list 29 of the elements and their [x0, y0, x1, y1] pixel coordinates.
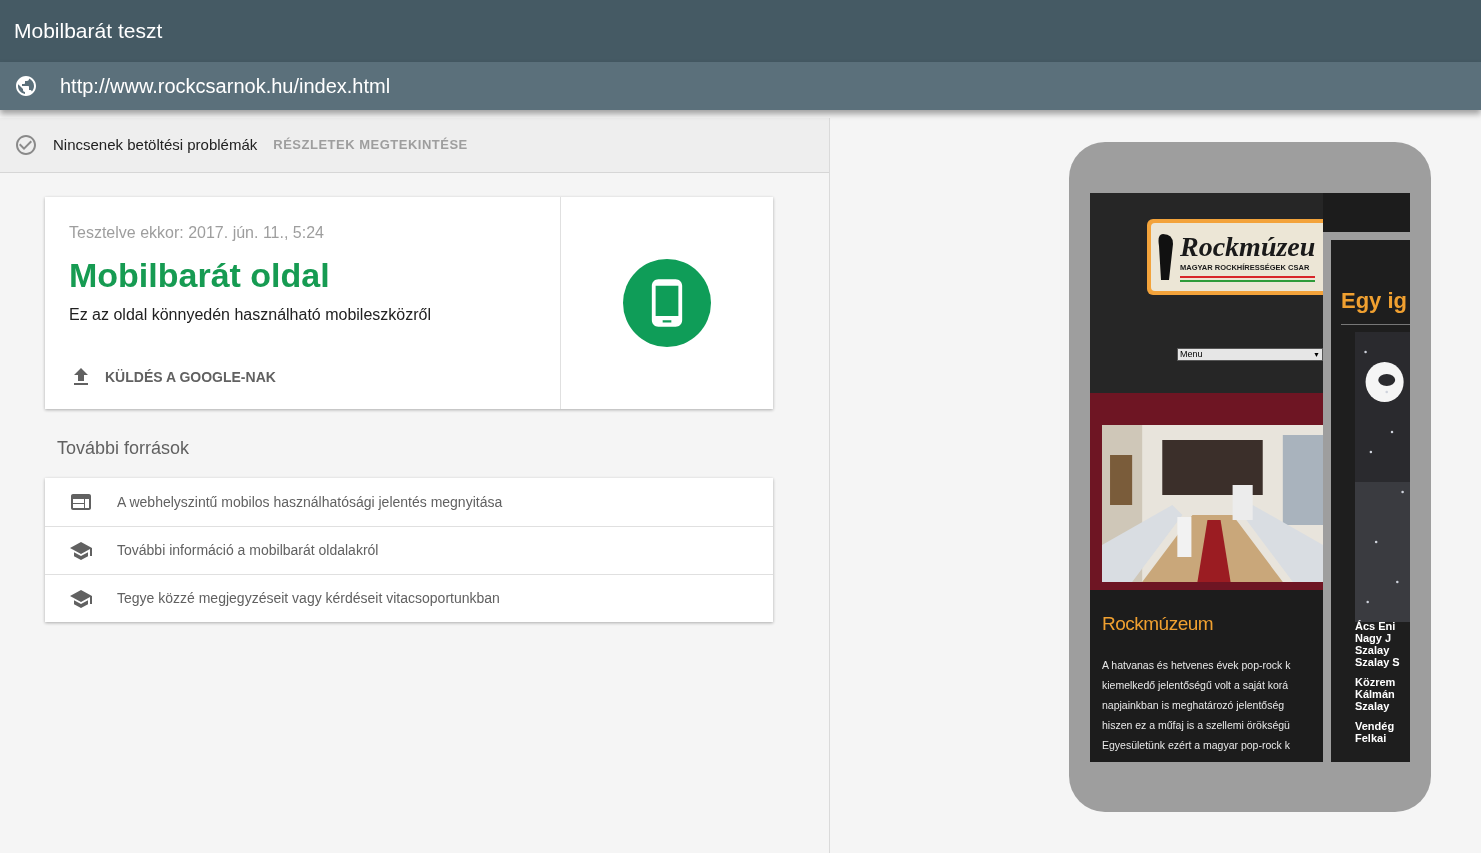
- submit-to-google-button[interactable]: KÜLDÉS A GOOGLE-NAK: [69, 365, 276, 389]
- paragraph-line: Egyesületünk ezért a magyar pop-rock k: [1102, 737, 1291, 753]
- credit-name: Ács Eni: [1355, 620, 1397, 632]
- credit-name: Vendég: [1355, 720, 1396, 732]
- globe-icon: [14, 74, 38, 98]
- credit-name: Szalay S: [1355, 656, 1400, 668]
- resource-link[interactable]: Tegye közzé megjegyzéseit vagy kérdéseit vitacsoportunkban: [45, 574, 773, 622]
- resources-heading: További források: [57, 437, 191, 460]
- credit-name: Felkai: [1355, 732, 1388, 744]
- verdict-description: Ez az oldal könnyedén használható mobileszközről: [69, 305, 432, 325]
- resource-link[interactable]: A webhelyszintű mobilos használhatósági jelentés megnyitása: [45, 478, 773, 526]
- popup-heading: Egy ig: [1341, 287, 1408, 315]
- paragraph-line: A hatvanas és hetvenes évek pop-rock k: [1102, 657, 1292, 673]
- credit-name: Nagy J: [1355, 632, 1393, 644]
- url-text: http://www.rockcsarnok.hu/index.html: [60, 74, 391, 99]
- credit-name: Szalay: [1355, 700, 1391, 712]
- credit-name: Szalay: [1355, 644, 1391, 656]
- paragraph-line: kiemelkedő jelentőségű volt a saját korá: [1102, 677, 1290, 693]
- site-heading: Rockmúzeum: [1102, 612, 1215, 636]
- tested-at-text: Tesztelve ekkor: 2017. jún. 11., 5:24: [69, 223, 325, 243]
- credit-name: Közrem: [1355, 676, 1397, 688]
- verdict-heading: Mobilbarát oldal: [69, 255, 331, 296]
- credit-name: Kálmán: [1355, 688, 1396, 700]
- app-title: Mobilbarát teszt: [14, 18, 163, 45]
- logo-title: Rockmúzeu: [1180, 231, 1316, 262]
- paragraph-line: napjainkban is meghatározó jelentőség: [1102, 697, 1286, 713]
- paragraph-line: hiszen ez a műfaj is a szellemi örökségü: [1102, 717, 1291, 733]
- status-message: Nincsenek betöltési problémák: [53, 134, 258, 155]
- resource-link[interactable]: További információ a mobilbarát oldalakról: [45, 526, 773, 574]
